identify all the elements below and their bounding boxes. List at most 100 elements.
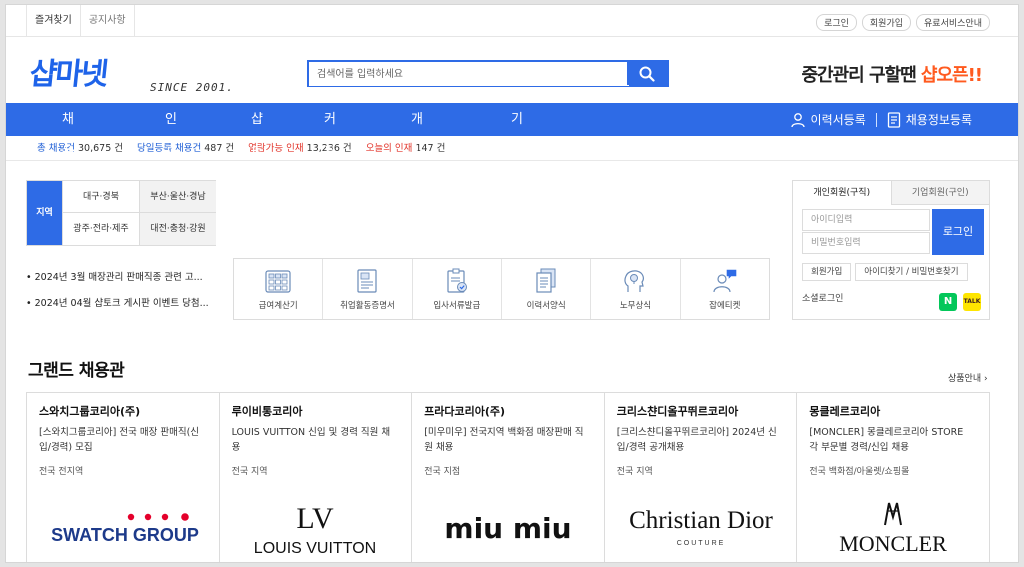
service-employment-certificate[interactable]: 취업활동증명서: [323, 259, 413, 319]
region-busan[interactable]: 부산·울산·경남: [139, 181, 216, 213]
region-label: 지역: [27, 181, 62, 245]
search-icon: [639, 66, 655, 82]
notice-link[interactable]: 공지사항: [81, 5, 135, 37]
nav-talent-search[interactable]: 인재검색: [165, 103, 177, 226]
service-job-etiquette[interactable]: 잡에티켓: [681, 259, 769, 319]
grand-card-louis-vuitton[interactable]: 루이비통코리아 LOUIS VUITTON 신입 및 경력 직원 채용 전국 지…: [220, 393, 413, 562]
nav-personal-service[interactable]: 개인서비스: [411, 103, 423, 259]
job-register-button[interactable]: 채용정보등록: [887, 111, 972, 128]
grand-card-dior[interactable]: 크리스챤디올꾸뛰르코리아 [크리스챤디올꾸뛰르코리아] 2024년 신입/경력 …: [605, 393, 798, 562]
paid-service-link[interactable]: 유료서비스안내: [916, 14, 990, 31]
card-company: 몽클레르코리아: [809, 405, 881, 418]
id-input[interactable]: 아이디입력: [802, 209, 930, 231]
promo-text: 중간관리 구할땐: [801, 65, 921, 86]
svg-text:MONCLER: MONCLER: [839, 531, 947, 556]
service-shortcuts: 급여계산기 취업활동증명서 입사서류발급 이력서양식 노무상식 잡에티켓: [233, 258, 770, 320]
stat-viewable-talent[interactable]: 열람가능 인재 13,236 건: [248, 136, 352, 160]
christian-dior-logo: Christian Dior COUTURE: [605, 493, 797, 562]
louis-vuitton-logo: LV LOUIS VUITTON: [220, 493, 412, 562]
swatch-group-logo: SWATCH GROUP: [27, 493, 219, 562]
nav-community[interactable]: 커뮤니티: [324, 103, 336, 226]
search-box: [307, 60, 669, 87]
grand-section-title: 그랜드 채용관: [28, 361, 125, 381]
nav-divider: [875, 112, 877, 127]
signup-button[interactable]: 회원가입: [802, 263, 852, 281]
stat-today-jobs[interactable]: 당일등록 채용건 487 건: [137, 136, 234, 160]
nav-company-service[interactable]: 기업서비스: [511, 103, 523, 259]
stat-value: 30,675 건: [78, 143, 124, 154]
region-selector: 지역 대구·경북 부산·울산·경남 광주·전라·제주 대전·충청·강원: [26, 180, 216, 246]
notice-list: • 2024년 3월 매장관리 판매직종 관련 고... • 2024년 04월…: [26, 271, 209, 323]
stat-label: 오늘의 인재: [365, 143, 413, 154]
svg-text:Christian Dior: Christian Dior: [629, 507, 773, 534]
site-header: 샵마넷 SINCE 2001. 중간관리 구할땐 샵오픈!!: [6, 37, 1018, 103]
stat-today-talent[interactable]: 오늘의 인재 147 건: [366, 136, 446, 160]
svg-text:LOUIS VUITTON: LOUIS VUITTON: [254, 540, 376, 557]
resume-register-button[interactable]: 이력서등록: [790, 111, 866, 128]
login-link[interactable]: 로그인: [816, 14, 857, 31]
card-location: 전국 지역: [616, 467, 653, 477]
card-location: 전국 지점: [424, 467, 461, 477]
document-check-icon: [447, 268, 467, 293]
region-gwangju[interactable]: 광주·전라·제주: [62, 213, 139, 245]
miu-miu-logo: miu miu: [412, 493, 604, 562]
login-button[interactable]: 로그인: [932, 209, 984, 255]
search-input[interactable]: [309, 63, 629, 86]
card-company: 루이비통코리아: [231, 405, 303, 418]
service-document-issue[interactable]: 입사서류발급: [413, 259, 502, 319]
promo-banner[interactable]: 중간관리 구할땐 샵오픈!!: [801, 61, 983, 87]
nav-shoptalk[interactable]: 샵토크: [251, 103, 263, 193]
card-description: [MONCLER] 몽클레르코리아 STORE 각 부문별 경력/신입 채용: [809, 427, 964, 453]
resume-stack-icon: [536, 268, 556, 293]
card-company: 프라다코리아(주): [424, 405, 506, 418]
chevron-right-icon: ›: [984, 374, 988, 384]
naver-login-icon[interactable]: N: [939, 293, 957, 311]
service-labor-knowledge[interactable]: 노무상식: [591, 259, 681, 319]
card-location: 전국 전지역: [39, 467, 84, 477]
kakao-login-icon[interactable]: TALK: [963, 293, 981, 311]
nav-jobs[interactable]: 채용정보: [62, 103, 74, 226]
top-utility-bar: 즐겨찾기 공지사항 로그인 회원가입 유료서비스안내: [6, 5, 1018, 37]
tab-personal-member[interactable]: 개인회원(구직): [793, 181, 891, 205]
site-logo[interactable]: 샵마넷: [28, 49, 109, 93]
card-company: 크리스챤디올꾸뛰르코리아: [616, 405, 739, 418]
stat-total-jobs[interactable]: 총 채용건 30,675 건: [37, 136, 123, 160]
person-icon: [790, 112, 805, 127]
card-company: 스와치그룹코리아(주): [39, 405, 141, 418]
grand-card-list: 스와치그룹코리아(주) [스와치그룹코리아] 전국 매장 판매직(신입/경력) …: [26, 392, 990, 562]
service-label: 잡에티켓: [709, 300, 741, 311]
grand-card-miu-miu[interactable]: 프라다코리아(주) [미우미우] 전국지역 백화점 매장판매 직원 채용 전국 …: [412, 393, 605, 562]
svg-text:LV: LV: [297, 502, 335, 535]
grand-card-moncler[interactable]: 몽클레르코리아 [MONCLER] 몽클레르코리아 STORE 각 부문별 경력…: [797, 393, 989, 562]
notice-item[interactable]: • 2024년 04월 샵토크 게시판 이벤트 당첨...: [26, 297, 209, 323]
moncler-logo: MONCLER: [797, 493, 989, 562]
grand-card-swatch[interactable]: 스와치그룹코리아(주) [스와치그룹코리아] 전국 매장 판매직(신입/경력) …: [27, 393, 220, 562]
svg-text:COUTURE: COUTURE: [676, 540, 725, 547]
service-label: 급여계산기: [258, 300, 298, 311]
signup-link[interactable]: 회원가입: [861, 14, 912, 31]
product-info-link[interactable]: 상품안내 ›: [948, 371, 988, 384]
bookmark-link[interactable]: 즐겨찾기: [26, 5, 81, 37]
svg-text:SWATCH GROUP: SWATCH GROUP: [51, 525, 199, 545]
since-label: SINCE 2001.: [150, 81, 234, 94]
card-description: [미우미우] 전국지역 백화점 매장판매 직원 채용: [424, 427, 584, 453]
service-label: 취업활동증명서: [340, 300, 395, 311]
service-label: 이력서양식: [526, 300, 566, 311]
service-resume-form[interactable]: 이력서양식: [502, 259, 592, 319]
card-location: 전국 백화점/아울렛/쇼핑몰: [809, 467, 910, 477]
password-input[interactable]: 비밀번호입력: [802, 232, 930, 254]
search-button[interactable]: [627, 62, 667, 85]
service-label: 노무상식: [619, 300, 652, 311]
social-login-label: 소셜로그인: [802, 294, 844, 304]
region-daejeon[interactable]: 대전·충청·강원: [139, 213, 216, 245]
person-chat-icon: [713, 269, 737, 292]
find-account-button[interactable]: 아이디찾기 / 비밀번호찾기: [855, 263, 968, 281]
region-daegu[interactable]: 대구·경북: [62, 181, 139, 213]
card-description: LOUIS VUITTON 신입 및 경력 직원 채용: [231, 427, 391, 453]
page: 즐겨찾기 공지사항 로그인 회원가입 유료서비스안내 샵마넷 SINCE 200…: [5, 4, 1019, 563]
tab-company-member[interactable]: 기업회원(구인): [890, 181, 989, 205]
document-icon: [887, 111, 900, 128]
job-register-label: 채용정보등록: [905, 113, 972, 127]
service-salary-calculator[interactable]: 급여계산기: [234, 259, 324, 319]
notice-item[interactable]: • 2024년 3월 매장관리 판매직종 관련 고...: [26, 271, 209, 297]
